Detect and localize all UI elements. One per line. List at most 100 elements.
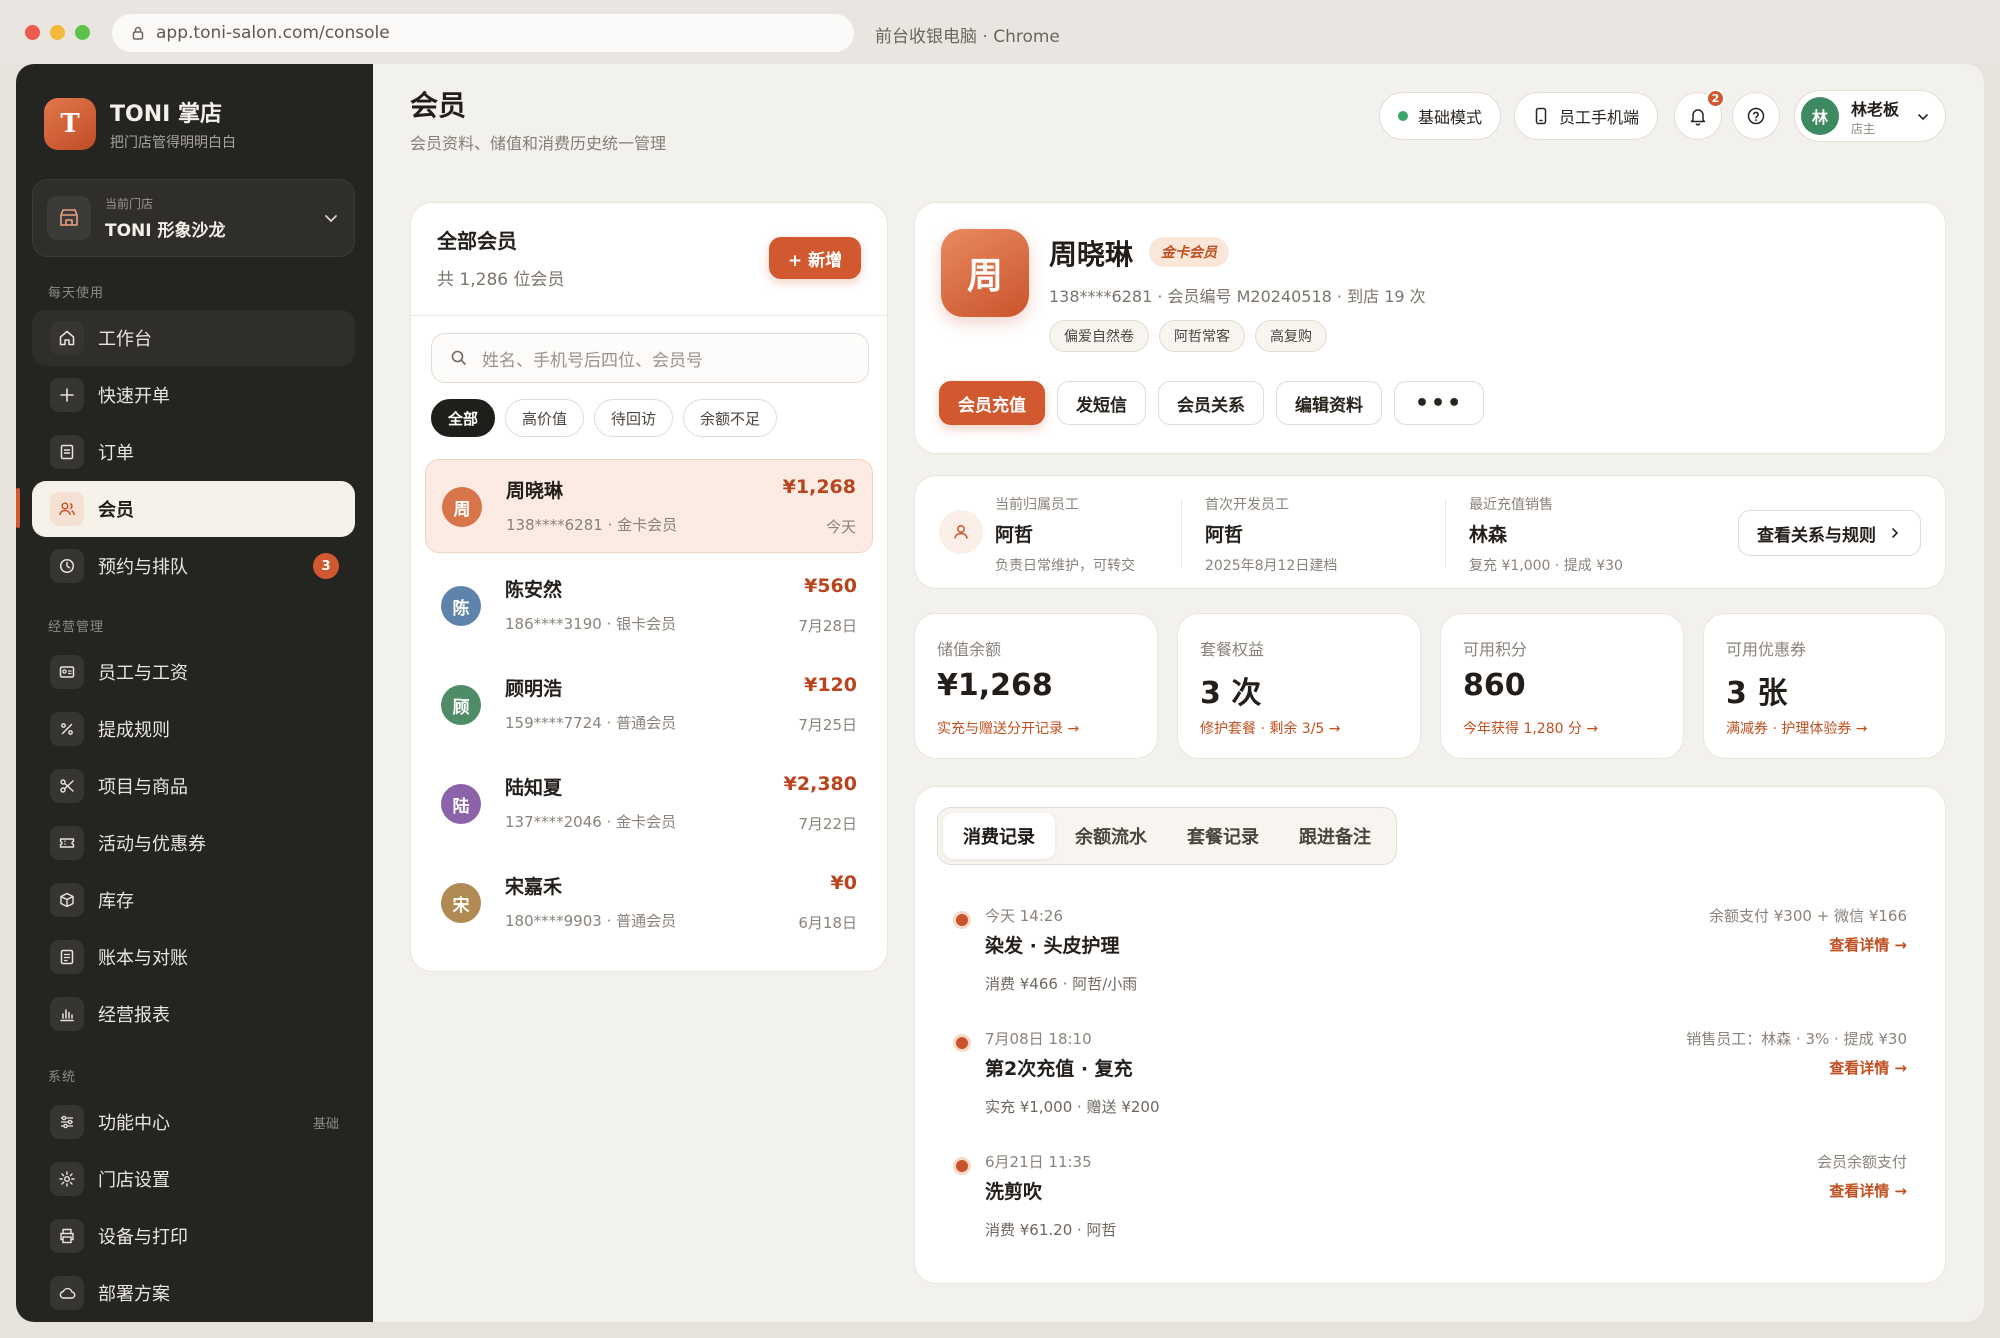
member-meta: 138****6281 · 金卡会员	[506, 516, 678, 534]
member-balance: ¥1,268	[782, 476, 856, 498]
filter-follow-up[interactable]: 待回访	[594, 399, 674, 437]
sidebar-item-workbench[interactable]: 工作台	[32, 310, 355, 366]
timeline-dot-icon	[953, 911, 971, 929]
profile-actions: 会员充值 发短信 会员关系 编辑资料 •••	[939, 381, 1496, 425]
member-list-panel: 全部会员 共 1,286 位会员 + 新增 姓名、手机号后四位、会员号 全部 高…	[410, 202, 888, 972]
stat-value: ¥1,268	[937, 668, 1053, 703]
chevron-right-icon	[1892, 528, 1899, 538]
sidebar-item-ledger[interactable]: 账本与对账	[32, 929, 355, 985]
profile-tag: 高复购	[1255, 320, 1327, 352]
stat-label: 可用优惠券	[1726, 640, 1807, 659]
sidebar-item-store-settings[interactable]: 门店设置	[32, 1151, 355, 1207]
member-row[interactable]: 陈 陈安然 186****3190 · 银卡会员 ¥560 7月28日	[425, 559, 873, 653]
sidebar-item-devices[interactable]: 设备与打印	[32, 1208, 355, 1264]
user-menu[interactable]: 林 林老板 店主	[1794, 90, 1946, 142]
help-icon	[1747, 107, 1765, 125]
sidebar-item-reports[interactable]: 经营报表	[32, 986, 355, 1042]
store-switcher[interactable]: 当前门店 TONI 形象沙龙	[32, 179, 355, 257]
address-bar[interactable]: app.toni-salon.com/console	[112, 14, 854, 52]
relation-note: 负责日常维护，可转交	[995, 558, 1135, 574]
mode-label: 基础模式	[1418, 108, 1483, 127]
record-payment: 会员余额支付	[1816, 1153, 1907, 1171]
member-last-visit: 今天	[825, 518, 856, 536]
window-maximize-button[interactable]	[75, 25, 90, 40]
recharge-button[interactable]: 会员充值	[939, 381, 1045, 425]
member-name: 顾明浩	[505, 678, 563, 700]
staff-relations-card: 当前归属员工 阿哲 负责日常维护，可转交 首次开发员工 阿哲 2025年8月12…	[914, 475, 1946, 589]
home-icon	[50, 321, 84, 355]
profile-tag: 阿哲常客	[1159, 320, 1245, 352]
sidebar-item-quick-order[interactable]: 快速开单	[32, 367, 355, 423]
sidebar-item-label: 设备与打印	[98, 1227, 188, 1248]
filter-all[interactable]: 全部	[431, 399, 496, 437]
window-close-button[interactable]	[25, 25, 40, 40]
tab-balance-flow[interactable]: 余额流水	[1055, 813, 1167, 859]
sidebar-item-commission[interactable]: 提成规则	[32, 701, 355, 757]
tab-consumption[interactable]: 消费记录	[943, 813, 1055, 859]
avatar: 林	[1801, 97, 1839, 135]
record-details-link[interactable]: 查看详情 →	[1829, 1180, 1907, 1201]
user-name: 林老板	[1851, 99, 1900, 119]
tier-badge: 金卡会员	[1149, 237, 1229, 267]
stat-link[interactable]: 今年获得 1,280 分 →	[1463, 718, 1598, 738]
tab-follow-up-notes[interactable]: 跟进备注	[1279, 813, 1391, 859]
relation-seller: 最近充值销售 林森 复充 ¥1,000 · 提成 ¥30	[1469, 494, 1623, 575]
timeline-dot-icon	[953, 1157, 971, 1175]
sidebar-item-inventory[interactable]: 库存	[32, 872, 355, 928]
sidebar-item-deploy[interactable]: 部署方案	[32, 1265, 355, 1321]
record-details-link[interactable]: 查看详情 →	[1829, 934, 1907, 955]
send-sms-button[interactable]: 发短信	[1057, 381, 1146, 425]
notifications-button[interactable]: 2	[1674, 89, 1725, 140]
filter-high-value[interactable]: 高价值	[505, 399, 585, 437]
sidebar-item-label: 项目与商品	[98, 777, 188, 798]
member-search-input[interactable]: 姓名、手机号后四位、会员号	[431, 333, 869, 383]
stat-link[interactable]: 实充与赠送分开记录 →	[937, 718, 1079, 738]
browser-chrome: app.toni-salon.com/console 前台收银电脑 · Chro…	[0, 0, 2000, 64]
sidebar-item-promotions[interactable]: 活动与优惠券	[32, 815, 355, 871]
more-actions-button[interactable]: •••	[1394, 381, 1485, 425]
member-row[interactable]: 周 周晓琳 138****6281 · 金卡会员 ¥1,268 今天	[425, 459, 873, 553]
stat-card-balance[interactable]: 储值余额 ¥1,268 实充与赠送分开记录 →	[914, 613, 1158, 759]
sidebar-item-label: 员工与工资	[98, 663, 188, 684]
stat-link[interactable]: 修护套餐 · 剩余 3/5 →	[1200, 718, 1341, 738]
view-relations-rules-button[interactable]: 查看关系与规则	[1738, 510, 1921, 556]
add-member-button[interactable]: + 新增	[769, 237, 861, 279]
staff-mobile-button[interactable]: 员工手机端	[1514, 92, 1659, 140]
stat-card-coupons[interactable]: 可用优惠券 3 张 满减券 · 护理体验券 →	[1703, 613, 1946, 759]
edit-profile-button[interactable]: 编辑资料	[1276, 381, 1382, 425]
member-relations-button[interactable]: 会员关系	[1158, 381, 1264, 425]
member-meta: 137****2046 · 金卡会员	[505, 813, 677, 831]
help-button[interactable]	[1732, 92, 1780, 140]
member-row[interactable]: 陆 陆知夏 137****2046 · 金卡会员 ¥2,380 7月22日	[425, 757, 873, 851]
sidebar-item-booking[interactable]: 预约与排队 3	[32, 538, 355, 594]
sidebar-item-orders[interactable]: 订单	[32, 424, 355, 480]
record-title: 第2次充值 · 复充	[985, 1058, 1133, 1080]
tab-package-records[interactable]: 套餐记录	[1167, 813, 1279, 859]
sidebar-item-staff-salary[interactable]: 员工与工资	[32, 644, 355, 700]
sidebar-item-members[interactable]: 会员	[32, 481, 355, 537]
record-meta: 消费 ¥466 · 阿哲/小雨	[985, 975, 1138, 993]
user-icon	[939, 510, 983, 554]
filter-low-balance[interactable]: 余额不足	[683, 399, 778, 437]
record-title: 洗剪吹	[985, 1181, 1043, 1203]
stat-card-points[interactable]: 可用积分 860 今年获得 1,280 分 →	[1440, 613, 1684, 759]
window-minimize-button[interactable]	[50, 25, 65, 40]
mode-toggle[interactable]: 基础模式	[1379, 92, 1502, 140]
sidebar-item-features[interactable]: 功能中心 基础	[32, 1094, 355, 1150]
records-tabs: 消费记录 余额流水 套餐记录 跟进备注	[937, 807, 1397, 865]
sidebar-item-label: 快速开单	[98, 386, 170, 407]
staff-mobile-label: 员工手机端	[1559, 108, 1640, 127]
sidebar-item-label: 库存	[98, 891, 134, 912]
sidebar-item-label: 预约与排队	[98, 557, 188, 578]
divider	[1181, 500, 1182, 568]
stat-card-package[interactable]: 套餐权益 3 次 修护套餐 · 剩余 3/5 →	[1177, 613, 1421, 759]
member-meta: 186****3190 · 银卡会员	[505, 615, 677, 633]
member-name: 宋嘉禾	[505, 876, 563, 898]
sidebar-item-services[interactable]: 项目与商品	[32, 758, 355, 814]
member-row[interactable]: 宋 宋嘉禾 180****9903 · 普通会员 ¥0 6月18日	[425, 856, 873, 950]
relation-label: 首次开发员工	[1205, 497, 1289, 513]
relation-owner: 当前归属员工 阿哲 负责日常维护，可转交	[995, 494, 1135, 575]
member-row[interactable]: 顾 顾明浩 159****7724 · 普通会员 ¥120 7月25日	[425, 658, 873, 752]
record-details-link[interactable]: 查看详情 →	[1829, 1057, 1907, 1078]
stat-link[interactable]: 满减券 · 护理体验券 →	[1726, 718, 1868, 738]
